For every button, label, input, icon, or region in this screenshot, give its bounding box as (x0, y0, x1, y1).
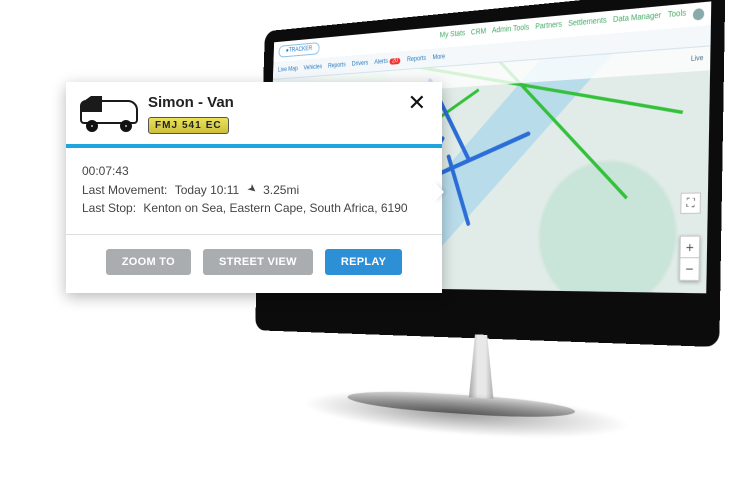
toolbar-status: Live (691, 55, 704, 63)
monitor-stand (348, 330, 632, 448)
fullscreen-button[interactable]: ⛶ (680, 192, 701, 214)
last-movement-label: Last Movement: (82, 181, 167, 200)
top-menu-item[interactable]: CRM (471, 28, 487, 40)
zoom-control: + − (679, 235, 700, 281)
nav-item-more[interactable]: More (432, 53, 445, 60)
nav-item-vehicles[interactable]: Vehicles (303, 64, 322, 72)
top-menu-item[interactable]: Partners (535, 21, 562, 35)
distance-value: 3.25mi (263, 181, 299, 200)
app-logo[interactable]: ●TRACKER (278, 42, 319, 58)
last-movement-time: Today 10:11 (175, 181, 240, 200)
nav-item-reports[interactable]: Reports (328, 62, 346, 70)
last-stop-label: Last Stop: (82, 199, 136, 218)
top-menu-item[interactable]: Data Manager (613, 12, 661, 28)
top-menu-item[interactable]: Admin Tools (492, 24, 530, 38)
vehicle-title: Simon - Van (148, 94, 396, 111)
nav-item-label: Alerts (374, 58, 388, 65)
top-menu-item[interactable]: My Stats (440, 30, 466, 43)
zoom-in-button[interactable]: + (681, 237, 700, 259)
alert-count-badge: 20 (389, 57, 400, 64)
vehicle-details: 00:07:43 Last Movement: Today 10:11 ➤ 3.… (66, 148, 442, 234)
top-menu-item[interactable]: Settlements (568, 17, 607, 32)
plate-part: 541 (182, 120, 202, 131)
nav-item-reports2[interactable]: Reports (407, 55, 426, 63)
replay-button[interactable]: REPLAY (325, 249, 402, 275)
last-stop-value: Kenton on Sea, Eastern Cape, South Afric… (143, 199, 407, 218)
popup-actions: ZOOM TO STREET VIEW REPLAY (66, 235, 442, 293)
heading-icon: ➤ (242, 180, 260, 199)
nav-item-livemap[interactable]: Live Map (278, 66, 298, 74)
nav-item-alerts[interactable]: Alerts 20 (374, 57, 401, 65)
nav-item-drivers[interactable]: Drivers (352, 60, 369, 68)
vehicle-popup: Simon - Van FMJ 541 EC ✕ 00:07:43 Last M… (66, 82, 442, 293)
avatar-icon[interactable] (693, 8, 705, 21)
vehicle-icon (80, 94, 138, 130)
zoom-to-button[interactable]: ZOOM TO (106, 249, 191, 275)
zoom-out-button[interactable]: − (680, 258, 699, 280)
top-menu-item[interactable]: Tools (668, 10, 686, 23)
close-icon[interactable]: ✕ (406, 94, 428, 112)
duration-value: 00:07:43 (82, 162, 426, 181)
plate-part: FMJ (155, 120, 178, 131)
plate-part: EC (206, 120, 222, 131)
license-plate: FMJ 541 EC (148, 117, 229, 134)
street-view-button[interactable]: STREET VIEW (203, 249, 313, 275)
